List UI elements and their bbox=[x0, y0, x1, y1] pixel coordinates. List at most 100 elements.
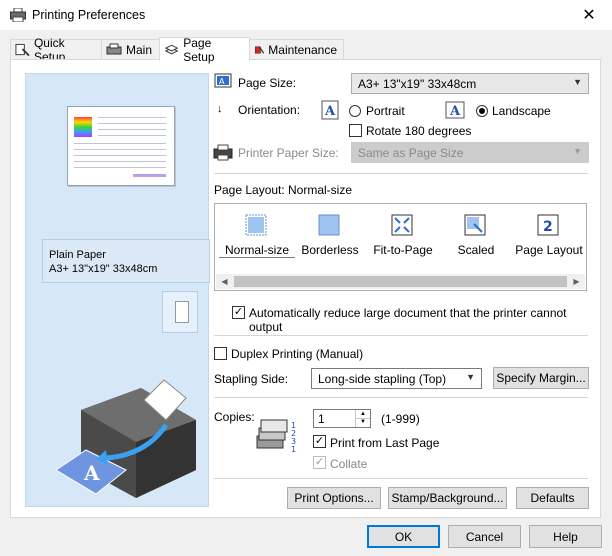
print-from-last-checkbox[interactable]: ✓ bbox=[313, 435, 326, 448]
layout-fit-to-page[interactable]: Fit-to-Page bbox=[365, 204, 437, 260]
duplex-checkbox[interactable] bbox=[214, 347, 227, 360]
printer-icon bbox=[10, 8, 26, 22]
window-title: Printing Preferences bbox=[32, 8, 146, 22]
close-icon: ✕ bbox=[582, 7, 596, 24]
printer-paper-size-value: Same as Page Size bbox=[358, 146, 464, 160]
portrait-label: Portrait bbox=[366, 104, 405, 118]
svg-text:A: A bbox=[324, 104, 336, 119]
rotate-180-label: Rotate 180 degrees bbox=[366, 124, 472, 138]
media-size: A3+ 13"x19" 33x48cm bbox=[49, 263, 158, 275]
layout-scaled[interactable]: Scaled bbox=[438, 204, 510, 260]
scaled-icon bbox=[464, 214, 486, 236]
tab-label: Main bbox=[126, 43, 153, 57]
media-type: Plain Paper bbox=[49, 249, 106, 261]
close-button[interactable]: ✕ bbox=[566, 0, 612, 30]
stapling-side-dropdown[interactable]: Long-side stapling (Top) ▼ bbox=[311, 368, 482, 389]
chevron-down-icon: ▼ bbox=[573, 77, 582, 87]
layout-label: Borderless bbox=[301, 243, 359, 257]
spin-down-icon[interactable]: ▼ bbox=[355, 418, 370, 427]
stapling-side-label: Stapling Side: bbox=[214, 372, 289, 386]
layout-normal-size[interactable]: Normal-size bbox=[219, 204, 295, 260]
svg-text:A: A bbox=[83, 461, 100, 485]
specify-margin-button[interactable]: Specify Margin... bbox=[493, 367, 589, 389]
layout-label: Page Layout bbox=[515, 243, 583, 257]
tab-quick-setup[interactable]: Quick Setup bbox=[10, 36, 102, 64]
landscape-radio[interactable] bbox=[476, 105, 488, 117]
cancel-button[interactable]: Cancel bbox=[448, 525, 521, 548]
check-icon: ✓ bbox=[314, 435, 325, 447]
page-size-dropdown[interactable]: A3+ 13"x19" 33x48cm ▼ bbox=[351, 73, 589, 94]
page-size-value: A3+ 13"x19" 33x48cm bbox=[358, 77, 477, 91]
layout-label: Scaled bbox=[457, 243, 495, 257]
collate-checkbox: ✓ bbox=[313, 456, 326, 469]
horizontal-scrollbar[interactable]: ◀ ▶ bbox=[216, 274, 585, 289]
fit-to-page-icon bbox=[391, 214, 413, 236]
orientation-label: Orientation: bbox=[238, 103, 301, 117]
printer-paper-icon bbox=[213, 144, 233, 161]
page-size-label: Page Size: bbox=[238, 76, 297, 90]
ok-button[interactable]: OK bbox=[367, 525, 440, 548]
title-bar: Printing Preferences ✕ bbox=[0, 0, 612, 30]
media-info: Plain Paper A3+ 13"x19" 33x48cm bbox=[42, 239, 210, 283]
svg-text:A: A bbox=[449, 104, 461, 119]
layout-borderless[interactable]: Borderless bbox=[292, 204, 364, 260]
maintenance-icon bbox=[254, 46, 265, 54]
chevron-down-icon: ▼ bbox=[573, 146, 582, 156]
page-layout-label: Page Layout: bbox=[214, 183, 285, 197]
tab-page-setup[interactable]: Page Setup bbox=[159, 35, 250, 64]
tab-main[interactable]: Main bbox=[101, 39, 160, 60]
print-options-button[interactable]: Print Options... bbox=[287, 487, 381, 509]
portrait-radio[interactable] bbox=[349, 105, 361, 117]
chevron-down-icon: ▼ bbox=[466, 372, 475, 382]
scroll-right-icon[interactable]: ▶ bbox=[568, 274, 585, 289]
page-layout-icon: 2 bbox=[537, 214, 559, 236]
scrollbar-thumb[interactable] bbox=[234, 276, 567, 287]
quick-setup-icon bbox=[15, 43, 30, 57]
collate-label: Collate bbox=[330, 457, 368, 471]
printer-paper-size-dropdown: Same as Page Size ▼ bbox=[351, 142, 589, 163]
print-from-last-label: Print from Last Page bbox=[330, 436, 440, 450]
page-layout-list: Normal-size Borderless Fit-to-Page Scale… bbox=[214, 203, 587, 291]
landscape-icon: A bbox=[445, 101, 465, 119]
svg-text:2: 2 bbox=[543, 219, 553, 235]
copies-label: Copies: bbox=[214, 410, 255, 424]
copies-stack-icon: 1 2 3 1 bbox=[256, 419, 296, 454]
layout-label: Normal-size bbox=[219, 243, 295, 258]
main-icon bbox=[106, 43, 122, 55]
svg-text:A: A bbox=[219, 77, 225, 86]
page-setup-panel: Plain Paper A3+ 13"x19" 33x48cm A A Page… bbox=[10, 59, 601, 518]
layout-page-layout[interactable]: 2 Page Layout bbox=[511, 204, 583, 260]
small-page-icon bbox=[162, 291, 198, 333]
scroll-left-icon[interactable]: ◀ bbox=[216, 274, 233, 289]
layout-label: Fit-to-Page bbox=[373, 243, 433, 257]
normal-size-icon bbox=[245, 214, 267, 236]
landscape-label: Landscape bbox=[492, 104, 551, 118]
preview-page bbox=[67, 106, 175, 186]
help-button[interactable]: Help bbox=[529, 525, 602, 548]
auto-reduce-checkbox[interactable]: ✓ bbox=[232, 306, 245, 319]
copies-value: 1 bbox=[318, 412, 325, 426]
defaults-button[interactable]: Defaults bbox=[516, 487, 589, 509]
copies-range: (1-999) bbox=[381, 412, 420, 426]
page-setup-icon bbox=[164, 44, 179, 54]
portrait-icon: A bbox=[321, 100, 339, 120]
orientation-arrow-icon: ↓ bbox=[217, 103, 223, 115]
tab-label: Page Setup bbox=[183, 35, 215, 64]
check-icon: ✓ bbox=[233, 306, 244, 318]
tab-label: Maintenance bbox=[268, 43, 337, 57]
print-preview: Plain Paper A3+ 13"x19" 33x48cm A bbox=[25, 73, 210, 507]
page-size-icon: A bbox=[214, 73, 232, 88]
svg-text:1: 1 bbox=[291, 445, 296, 454]
duplex-label: Duplex Printing (Manual) bbox=[231, 347, 364, 361]
page-layout-current: Normal-size bbox=[288, 183, 353, 197]
check-icon: ✓ bbox=[314, 456, 325, 468]
stapling-side-value: Long-side stapling (Top) bbox=[318, 372, 447, 386]
auto-reduce-label: Automatically reduce large document that… bbox=[249, 306, 567, 334]
printer-illustration: A bbox=[55, 379, 196, 498]
tab-maintenance[interactable]: Maintenance bbox=[249, 39, 344, 60]
printer-paper-size-label: Printer Paper Size: bbox=[238, 146, 339, 160]
stamp-background-button[interactable]: Stamp/Background... bbox=[388, 487, 507, 509]
copies-stepper[interactable]: 1 ▲ ▼ bbox=[313, 409, 371, 428]
borderless-icon bbox=[318, 214, 340, 236]
rotate-180-checkbox[interactable] bbox=[349, 124, 362, 137]
